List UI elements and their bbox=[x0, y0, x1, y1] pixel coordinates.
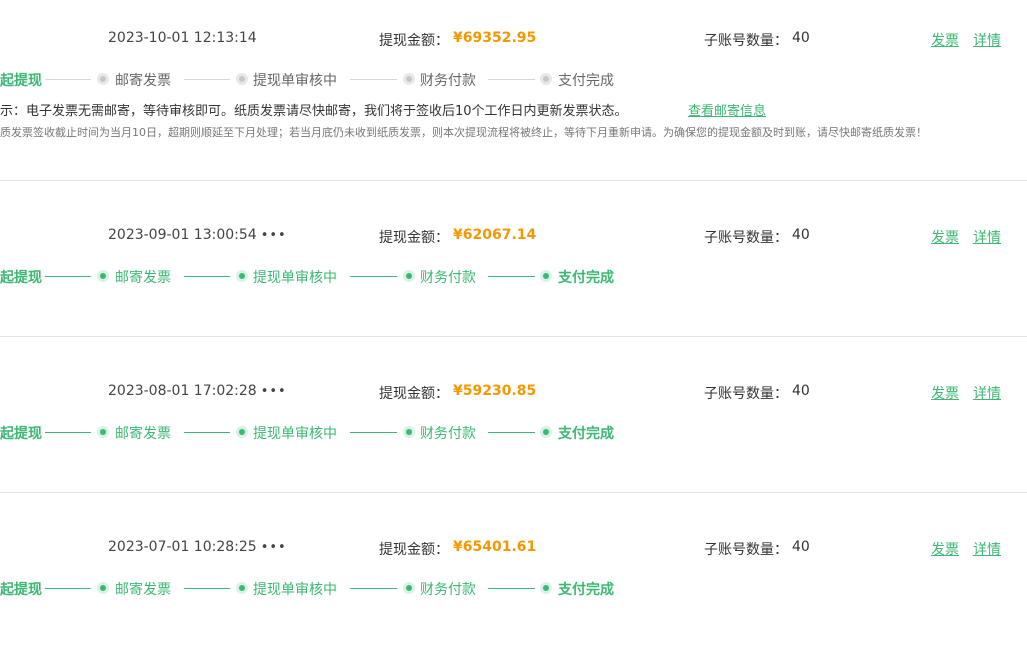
step-label-start: 起提现 bbox=[0, 582, 42, 598]
step-status-dot-icon bbox=[403, 582, 415, 594]
step-connector bbox=[488, 276, 535, 277]
step-label: 邮寄发票 bbox=[115, 73, 171, 89]
step-label: 提现单审核中 bbox=[253, 270, 337, 286]
sub-account-label: 子账号数量： bbox=[704, 386, 788, 402]
detail-link[interactable]: 详情 bbox=[973, 383, 1001, 403]
more-icon[interactable]: ••• bbox=[261, 384, 287, 399]
sub-account-label: 子账号数量： bbox=[704, 542, 788, 558]
invoice-link[interactable]: 发票 bbox=[931, 539, 959, 559]
sub-account-count: 40 bbox=[792, 539, 810, 555]
step-status-dot-icon bbox=[236, 270, 248, 282]
step-label: 邮寄发票 bbox=[115, 426, 171, 442]
withdrawal-record: 2023-07-01 10:28:25 ••• 提现金额： ¥65401.61 子账号数… bbox=[0, 509, 1027, 669]
progress-steps: 起提现 邮寄发票 提现单审核中 财务付款 支付完成 bbox=[0, 70, 700, 90]
amount-value: ¥59230.85 bbox=[453, 383, 537, 399]
record-separator bbox=[0, 180, 1027, 181]
step-connector bbox=[488, 432, 535, 433]
step-label: 支付完成 bbox=[558, 73, 614, 89]
record-time-wrap: 2023-09-01 13:00:54 ••• bbox=[108, 227, 287, 243]
step-label-start: 起提现 bbox=[0, 73, 42, 89]
step-status-dot-icon bbox=[236, 73, 248, 85]
withdrawal-record: 2023-08-01 17:02:28 ••• 提现金额： ¥59230.85 子账号数… bbox=[0, 353, 1027, 513]
record-time: 2023-08-01 17:02:28 bbox=[108, 383, 257, 399]
amount-value: ¥69352.95 bbox=[453, 30, 537, 46]
step-label: 支付完成 bbox=[558, 270, 614, 286]
step-connector bbox=[350, 79, 397, 80]
invoice-link[interactable]: 发票 bbox=[931, 30, 959, 50]
step-label: 支付完成 bbox=[558, 582, 614, 598]
step-status-dot-icon bbox=[97, 73, 109, 85]
sub-account-label: 子账号数量： bbox=[704, 230, 788, 246]
step-connector bbox=[350, 432, 397, 433]
step-label: 财务付款 bbox=[420, 73, 476, 89]
sub-account-label: 子账号数量： bbox=[704, 33, 788, 49]
step-label: 提现单审核中 bbox=[253, 582, 337, 598]
progress-steps: 起提现 邮寄发票 提现单审核中 财务付款 支付完成 bbox=[0, 423, 700, 443]
sub-account-count: 40 bbox=[792, 30, 810, 46]
step-connector bbox=[184, 432, 230, 433]
step-connector bbox=[488, 588, 535, 589]
record-time-wrap: 2023-07-01 10:28:25 ••• bbox=[108, 539, 287, 555]
step-label: 提现单审核中 bbox=[253, 73, 337, 89]
record-time: 2023-09-01 13:00:54 bbox=[108, 227, 257, 243]
step-status-dot-icon bbox=[97, 270, 109, 282]
step-connector bbox=[350, 276, 397, 277]
invoice-link[interactable]: 发票 bbox=[931, 227, 959, 247]
withdrawal-record: 2023-09-01 13:00:54 ••• 提现金额： ¥62067.14 子账号数… bbox=[0, 197, 1027, 357]
step-label-start: 起提现 bbox=[0, 270, 42, 286]
step-status-dot-icon bbox=[403, 270, 415, 282]
step-connector bbox=[184, 79, 230, 80]
amount-label: 提现金额： bbox=[379, 33, 449, 49]
more-icon[interactable]: ••• bbox=[261, 540, 287, 555]
step-connector bbox=[184, 588, 230, 589]
step-status-dot-icon bbox=[540, 582, 552, 594]
detail-link[interactable]: 详情 bbox=[973, 30, 1001, 50]
record-time-wrap: 2023-08-01 17:02:28 ••• bbox=[108, 383, 287, 399]
step-status-dot-icon bbox=[97, 582, 109, 594]
step-status-dot-icon bbox=[97, 426, 109, 438]
amount-value: ¥65401.61 bbox=[453, 539, 537, 555]
detail-link[interactable]: 详情 bbox=[973, 539, 1001, 559]
more-icon[interactable]: ••• bbox=[261, 228, 287, 243]
step-connector bbox=[45, 276, 91, 277]
record-time: 2023-07-01 10:28:25 bbox=[108, 539, 257, 555]
step-label: 财务付款 bbox=[420, 582, 476, 598]
progress-steps: 起提现 邮寄发票 提现单审核中 财务付款 支付完成 bbox=[0, 267, 700, 287]
withdrawal-record: 2023-10-01 12:13:14 提现金额： ¥69352.95 子账号数量： 4… bbox=[0, 0, 1027, 160]
step-label: 财务付款 bbox=[420, 270, 476, 286]
step-connector bbox=[45, 432, 91, 433]
step-status-dot-icon bbox=[540, 73, 552, 85]
detail-link[interactable]: 详情 bbox=[973, 227, 1001, 247]
sub-account-count: 40 bbox=[792, 383, 810, 399]
amount-label: 提现金额： bbox=[379, 542, 449, 558]
step-connector bbox=[45, 79, 91, 80]
record-time-wrap: 2023-10-01 12:13:14 bbox=[108, 30, 257, 46]
step-status-dot-icon bbox=[540, 426, 552, 438]
amount-label: 提现金额： bbox=[379, 386, 449, 402]
step-status-dot-icon bbox=[236, 582, 248, 594]
step-label: 提现单审核中 bbox=[253, 426, 337, 442]
step-connector bbox=[184, 276, 230, 277]
sub-account-count: 40 bbox=[792, 227, 810, 243]
step-label: 财务付款 bbox=[420, 426, 476, 442]
step-status-dot-icon bbox=[403, 73, 415, 85]
step-status-dot-icon bbox=[236, 426, 248, 438]
step-label: 支付完成 bbox=[558, 426, 614, 442]
invoice-link[interactable]: 发票 bbox=[931, 383, 959, 403]
step-label-start: 起提现 bbox=[0, 426, 42, 442]
amount-label: 提现金额： bbox=[379, 230, 449, 246]
step-status-dot-icon bbox=[540, 270, 552, 282]
amount-value: ¥62067.14 bbox=[453, 227, 537, 243]
progress-steps: 起提现 邮寄发票 提现单审核中 财务付款 支付完成 bbox=[0, 579, 700, 599]
step-label: 邮寄发票 bbox=[115, 582, 171, 598]
step-connector bbox=[488, 79, 535, 80]
view-mailing-info-link[interactable]: 查看邮寄信息 bbox=[688, 100, 766, 119]
notice-deadline-text: 质发票签收截止时间为当月10日，超期则顺延至下月处理；若当月底仍未收到纸质发票，… bbox=[0, 126, 927, 139]
notice-text: 示：电子发票无需邮寄，等待审核即可。纸质发票请尽快邮寄，我们将于签收后10个工作… bbox=[0, 104, 628, 119]
step-connector bbox=[350, 588, 397, 589]
record-time: 2023-10-01 12:13:14 bbox=[108, 30, 257, 46]
step-label: 邮寄发票 bbox=[115, 270, 171, 286]
step-status-dot-icon bbox=[403, 426, 415, 438]
step-connector bbox=[45, 588, 91, 589]
